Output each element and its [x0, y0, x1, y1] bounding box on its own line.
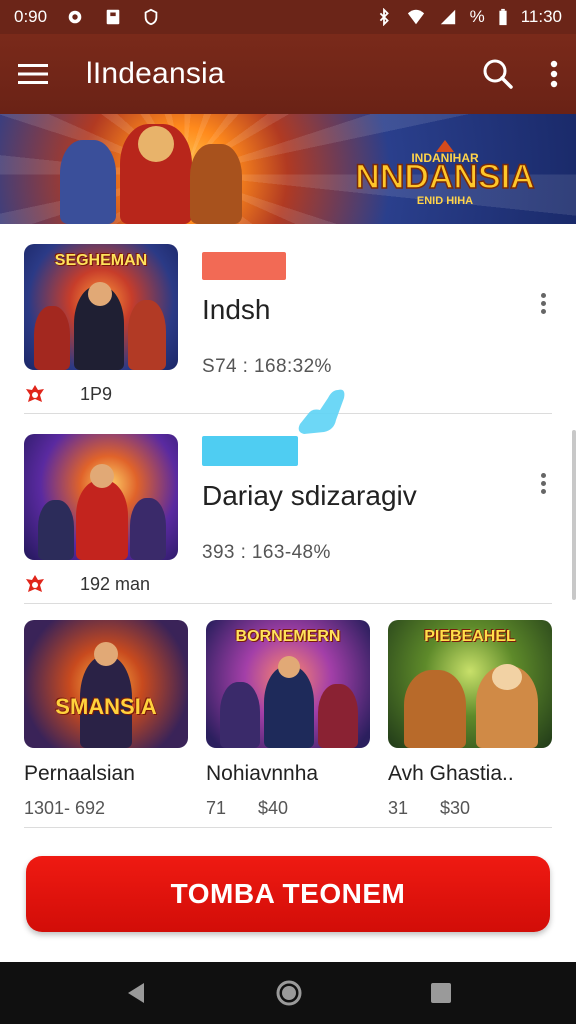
status-left: 0:90 — [14, 7, 161, 27]
card-meta: 31 $30 — [388, 798, 552, 819]
flame-badge-icon — [26, 575, 44, 592]
row-overflow-icon[interactable] — [536, 470, 550, 500]
sim-card-icon — [106, 9, 120, 25]
figure-face — [88, 282, 112, 306]
scrollbar[interactable] — [572, 430, 576, 600]
bear-face — [492, 664, 522, 690]
list-item[interactable]: SEGHEMAN 1P9 Indsh S74 : 168:32% — [24, 224, 552, 414]
list-item[interactable]: 192 man Dariay sdizaragiv 393 : 163-48% — [24, 389, 552, 604]
app-actions — [482, 58, 558, 90]
card-meta-right: $30 — [440, 798, 471, 818]
thumbnail-caption: SEGHEMAN — [54, 252, 148, 269]
banner-hero-right — [190, 144, 242, 224]
status-clock: 11:30 — [520, 7, 562, 26]
app-bar: lIndeansia — [0, 34, 576, 114]
row-overflow-icon[interactable] — [536, 290, 550, 320]
back-icon[interactable] — [124, 981, 148, 1005]
card-thumbnail[interactable]: PIEBEAHEL — [388, 620, 552, 748]
status-time: 0:90 — [14, 7, 48, 26]
card-thumbnail[interactable]: SMANSIA — [24, 620, 188, 748]
figure-center — [76, 480, 128, 560]
battery-percent: % — [469, 7, 485, 26]
status-right: % 11:30 — [374, 7, 562, 27]
recents-icon[interactable] — [430, 982, 452, 1004]
app-title: lIndeansia — [86, 57, 225, 90]
card-thumbnail[interactable]: BORNEMERN — [206, 620, 370, 748]
grid-card[interactable]: PIEBEAHEL Avh Ghastia.. 31 $30 — [388, 620, 552, 827]
row-badge-text: 1P9 — [80, 383, 113, 404]
figure-face — [278, 656, 300, 678]
hand-cursor-icon — [298, 389, 345, 434]
game-thumbnail[interactable]: SEGHEMAN — [24, 244, 178, 370]
promo-banner[interactable]: INDANIHAR NNDANSIA ENID HIHA — [0, 114, 576, 224]
status-bar: 0:90 % 11:30 — [0, 0, 576, 34]
home-icon[interactable] — [275, 979, 303, 1007]
game-list: SEGHEMAN 1P9 Indsh S74 : 168:32% 192 man — [0, 224, 576, 604]
grid-card[interactable]: BORNEMERN Nohiavnnha 71 $40 — [206, 620, 370, 827]
banner-logo-sub: ENID HIHA — [417, 195, 473, 207]
figure-left — [220, 682, 260, 748]
primary-cta-button[interactable]: TOMBA TEONEM — [26, 856, 550, 932]
settings-icon — [68, 10, 82, 24]
card-meta-left: 71 — [206, 798, 227, 818]
row-tag — [202, 252, 286, 280]
battery-icon — [499, 8, 507, 26]
game-thumbnail[interactable] — [24, 434, 178, 560]
row-meta: 393 : 163-48% — [202, 542, 331, 563]
row-badge: 192 man — [24, 573, 150, 595]
card-title: Avh Ghastia.. — [388, 762, 514, 785]
overflow-menu-icon[interactable] — [550, 60, 558, 88]
card-meta: 1301- 692 — [24, 798, 188, 819]
row-content: Indsh S74 : 168:32% — [202, 252, 512, 378]
figure-right — [128, 300, 166, 370]
row-meta: S74 : 168:32% — [202, 356, 332, 377]
figure-left — [38, 500, 74, 560]
thumbnail-caption: BORNEMERN — [235, 628, 341, 645]
figure-face — [94, 642, 118, 666]
card-title: Pernaalsian — [24, 762, 135, 785]
game-grid: SMANSIA Pernaalsian 1301- 692 BORNEMERN … — [24, 620, 552, 828]
bluetooth-icon — [379, 8, 389, 26]
row-tag — [202, 436, 298, 466]
row-badge: 1P9 — [24, 383, 112, 405]
grid-card[interactable]: SMANSIA Pernaalsian 1301- 692 — [24, 620, 188, 827]
shield-icon — [144, 8, 158, 26]
thumbnail-caption: PIEBEAHEL — [424, 628, 516, 645]
row-badge-text: 192 man — [80, 573, 151, 594]
card-meta-left: 31 — [388, 798, 409, 818]
banner-logo-title: NNDANSIA — [355, 158, 534, 196]
figure-left — [34, 306, 70, 370]
figure-face — [90, 464, 114, 488]
banner-logo: INDANIHAR NNDANSIA ENID HIHA — [355, 140, 535, 207]
card-title: Nohiavnnha — [206, 762, 319, 785]
wifi-icon — [407, 9, 424, 25]
signal-icon — [440, 9, 455, 25]
fox-figure — [404, 670, 466, 748]
card-meta: 71 $40 — [206, 798, 370, 819]
menu-icon[interactable] — [18, 63, 48, 85]
figure-center — [264, 666, 314, 748]
flame-badge-icon — [26, 385, 44, 402]
thumbnail-caption: SMANSIA — [55, 694, 157, 719]
system-nav-bar — [0, 962, 576, 1024]
row-title: Dariay sdizaragiv — [202, 480, 417, 511]
row-title: Indsh — [202, 294, 271, 325]
banner-hero-face — [138, 126, 174, 162]
figure-right — [130, 498, 166, 560]
card-meta-left: 1301- 692 — [24, 798, 106, 818]
search-icon[interactable] — [482, 58, 514, 90]
banner-hero-left — [60, 140, 116, 224]
figure-right — [318, 684, 358, 748]
card-meta-right: $40 — [258, 798, 289, 818]
